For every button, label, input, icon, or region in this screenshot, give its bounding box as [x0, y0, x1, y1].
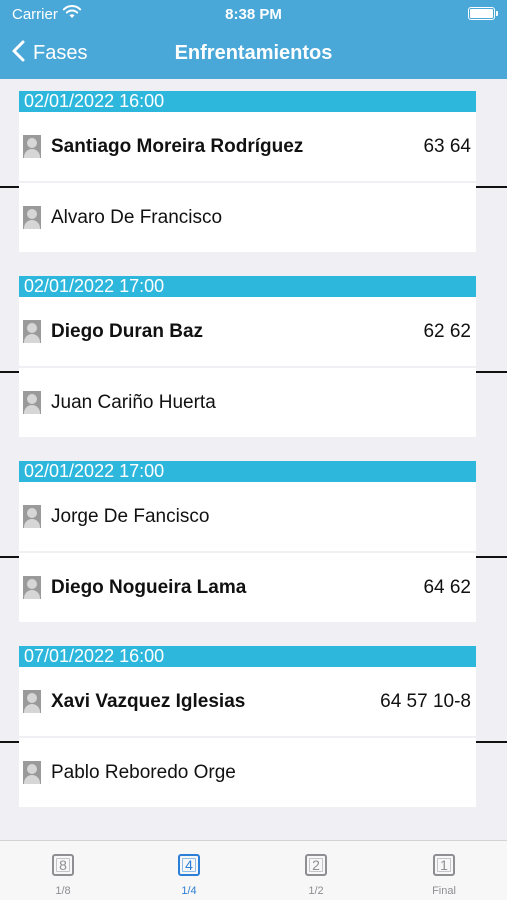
tab-semifinals[interactable]: 2 1/2: [253, 841, 379, 900]
tab-icon-1: 1: [433, 854, 455, 876]
bracket-line-right: [476, 371, 507, 373]
player-name: Diego Duran Baz: [51, 321, 204, 342]
match-card: 02/01/2022 17:00 Jorge De Fancisco Diego…: [0, 461, 507, 623]
tab-final[interactable]: 1 Final: [381, 841, 507, 900]
match-score: 64 57 10-8: [380, 691, 471, 712]
bracket-line-left: [0, 186, 19, 188]
tab-bar: 8 1/8 4 1/4 2 1/2 1 Final: [0, 840, 507, 900]
match-date: 02/01/2022 17:00: [19, 461, 476, 482]
avatar-icon: [23, 576, 41, 599]
tab-icon-2: 2: [305, 854, 327, 876]
player-row[interactable]: Diego Duran Baz 62 62: [19, 297, 476, 366]
bracket-line-right: [476, 741, 507, 743]
tab-quarterfinals[interactable]: 4 1/4: [126, 841, 252, 900]
player-name: Jorge De Fancisco: [51, 506, 210, 527]
player-row[interactable]: Juan Cariño Huerta: [19, 368, 476, 437]
match-card: 07/01/2022 16:00 Xavi Vazquez Iglesias 6…: [0, 646, 507, 808]
tab-label: 1/4: [181, 885, 197, 897]
player-row[interactable]: Jorge De Fancisco: [19, 482, 476, 551]
match-score: 63 64: [423, 136, 471, 157]
match-date: 02/01/2022 17:00: [19, 276, 476, 297]
tab-round-of-16[interactable]: 8 1/8: [0, 841, 126, 900]
tab-icon-8: 8: [52, 854, 74, 876]
match-date: 07/01/2022 16:00: [19, 646, 476, 667]
match-score: 64 62: [423, 577, 471, 598]
avatar-icon: [23, 690, 41, 713]
avatar-icon: [23, 505, 41, 528]
tab-label: 1/2: [308, 885, 324, 897]
player-name: Diego Nogueira Lama: [51, 577, 247, 598]
player-name: Santiago Moreira Rodríguez: [51, 136, 304, 157]
match-card: 02/01/2022 16:00 Santiago Moreira Rodríg…: [0, 91, 507, 253]
match-card: 02/01/2022 17:00 Diego Duran Baz 62 62 J…: [0, 276, 507, 438]
player-row[interactable]: Diego Nogueira Lama 64 62: [19, 553, 476, 622]
tab-label: 1/8: [55, 885, 71, 897]
match-date: 02/01/2022 16:00: [19, 91, 476, 112]
bracket-line-left: [0, 556, 19, 558]
avatar-icon: [23, 206, 41, 229]
battery-icon: [468, 7, 498, 20]
player-row[interactable]: Alvaro De Francisco: [19, 183, 476, 252]
player-name: Juan Cariño Huerta: [51, 392, 216, 413]
bracket-line-left: [0, 371, 19, 373]
navigation-bar: Fases Enfrentamientos: [0, 30, 507, 79]
bracket-line-right: [476, 556, 507, 558]
matches-list: 02/01/2022 16:00 Santiago Moreira Rodríg…: [0, 79, 507, 840]
tab-icon-4: 4: [178, 854, 200, 876]
page-title: Enfrentamientos: [174, 42, 333, 64]
bracket-line-left: [0, 741, 19, 743]
player-row[interactable]: Pablo Reboredo Orge: [19, 738, 476, 807]
player-name: Pablo Reboredo Orge: [51, 762, 236, 783]
player-row[interactable]: Santiago Moreira Rodríguez 63 64: [19, 112, 476, 181]
avatar-icon: [23, 320, 41, 343]
status-time: 8:38 PM: [225, 6, 282, 23]
avatar-icon: [23, 761, 41, 784]
player-name: Xavi Vazquez Iglesias: [51, 691, 246, 712]
bracket-line-right: [476, 186, 507, 188]
match-score: 62 62: [423, 321, 471, 342]
player-row[interactable]: Xavi Vazquez Iglesias 64 57 10-8: [19, 667, 476, 736]
avatar-icon: [23, 135, 41, 158]
tab-label: Final: [432, 885, 456, 897]
avatar-icon: [23, 391, 41, 414]
player-name: Alvaro De Francisco: [51, 207, 223, 228]
status-bar: Carrier 8:38 PM: [0, 0, 507, 30]
